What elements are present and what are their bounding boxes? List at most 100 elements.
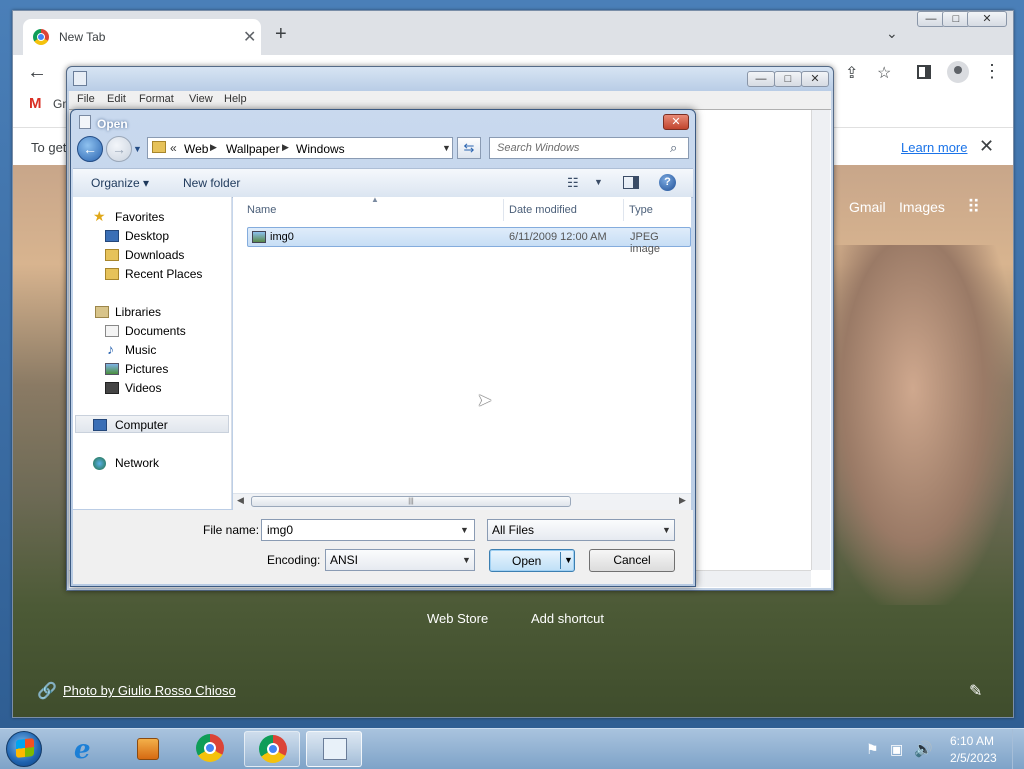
nav-network[interactable]: Network [115,456,159,470]
google-apps-icon[interactable]: ⠿ [967,197,980,218]
add-shortcut-button[interactable]: Add shortcut [531,611,604,626]
notepad-maximize-button[interactable]: □ [774,71,802,87]
view-dropdown-icon[interactable]: ▼ [594,177,603,187]
chrome-close-button[interactable]: ✕ [967,11,1007,27]
notepad-minimize-button[interactable]: — [747,71,775,87]
nav-favorites[interactable]: Favorites [115,210,164,224]
profile-avatar-icon[interactable] [947,61,969,83]
clock-time[interactable]: 6:10 AM [950,734,994,748]
web-store-shortcut[interactable]: Web Store [427,611,488,626]
nav-desktop[interactable]: Desktop [125,229,169,243]
organize-label: Organize [91,176,140,190]
taskbar-chrome-pinned[interactable] [182,731,238,767]
preview-pane-icon[interactable] [623,176,639,189]
menu-edit[interactable]: Edit [107,93,126,105]
file-list-horizontal-scrollbar[interactable]: ◀ ||| ▶ [233,493,691,510]
help-icon[interactable]: ? [659,174,676,191]
menu-file[interactable]: File [77,93,95,105]
new-folder-button[interactable]: New folder [183,176,240,190]
overflow-chevron-icon[interactable]: « [170,141,177,155]
breadcrumb-web[interactable]: Web [184,142,208,156]
cancel-button[interactable]: Cancel [589,549,675,572]
open-file-dialog: Open ✕ ← → ▼ « Web ▶ Wallpaper ▶ Windows… [70,109,696,587]
forward-button[interactable]: → [106,136,132,162]
address-bar[interactable]: « Web ▶ Wallpaper ▶ Windows ▼ [147,137,453,159]
photo-credit-link[interactable]: Photo by Giulio Rosso Chioso [63,683,236,698]
column-header-date-modified[interactable]: Date modified [509,204,577,216]
open-button-dropdown-icon[interactable]: ▼ [564,555,573,565]
start-button[interactable] [6,731,42,767]
new-tab-button[interactable]: + [275,23,287,46]
customize-pencil-icon[interactable]: ✎ [969,681,982,701]
file-type-filter-select[interactable]: All Files ▼ [487,519,675,541]
address-dropdown-icon[interactable]: ▼ [442,143,451,153]
encoding-select[interactable]: ANSI ▼ [325,549,475,571]
file-list[interactable]: ▲ Name Date modified Type img0 6/11/2009… [233,195,691,493]
tab-search-chevron-icon[interactable]: ⌄ [886,25,898,42]
learn-more-link[interactable]: Learn more [901,140,967,155]
nav-documents[interactable]: Documents [125,324,186,338]
search-input[interactable]: Search Windows ⌕ [489,137,689,159]
nav-downloads[interactable]: Downloads [125,248,184,262]
taskbar-internet-explorer[interactable]: e [60,731,116,767]
clock-date[interactable]: 2/5/2023 [950,751,997,765]
encoding-dropdown-icon[interactable]: ▼ [462,555,471,565]
column-header-name[interactable]: Name [247,204,276,216]
infobar-close-icon[interactable]: ✕ [979,136,994,157]
chrome-minimize-button[interactable]: — [917,11,945,27]
taskbar-media-player[interactable] [121,731,177,767]
scroll-left-arrow-icon[interactable]: ◀ [237,495,244,506]
menu-view[interactable]: View [189,93,213,105]
nav-computer[interactable]: Computer [115,418,168,432]
side-panel-icon[interactable] [917,65,931,79]
scrollbar-thumb[interactable]: ||| [251,496,571,507]
column-divider[interactable] [503,199,504,221]
taskbar-notepad-active[interactable] [306,731,362,767]
open-button[interactable]: Open ▼ [489,549,575,572]
nav-libraries[interactable]: Libraries [115,305,161,319]
column-divider[interactable] [623,199,624,221]
organize-button[interactable]: Organize ▾ [91,176,149,190]
scroll-right-arrow-icon[interactable]: ▶ [679,495,686,506]
gmail-bookmark-icon[interactable]: M [29,95,42,112]
tab-new-tab[interactable]: New Tab ✕ [23,19,261,55]
nav-recent-places[interactable]: Recent Places [125,267,202,281]
show-desktop-button[interactable] [1012,729,1024,769]
chrome-menu-icon[interactable]: ⋮ [983,61,1001,82]
notepad-vertical-scrollbar[interactable] [811,110,830,570]
column-header-type[interactable]: Type [629,204,653,216]
breadcrumb-separator-icon[interactable]: ▶ [282,142,289,153]
images-link[interactable]: Images [899,199,945,215]
computer-icon [93,419,107,431]
notepad-close-button[interactable]: ✕ [801,71,829,87]
gmail-link[interactable]: Gmail [849,199,886,215]
taskbar-chrome-running[interactable] [244,731,300,767]
back-arrow-icon[interactable]: ← [27,61,47,84]
bookmark-star-icon[interactable]: ☆ [877,63,891,83]
menu-help[interactable]: Help [224,93,247,105]
share-icon[interactable]: ⇪ [845,63,858,83]
recent-locations-dropdown-icon[interactable]: ▼ [133,144,142,154]
nav-music[interactable]: Music [125,343,156,357]
file-row-img0[interactable]: img0 6/11/2009 12:00 AM JPEG image [247,227,691,255]
breadcrumb-separator-icon[interactable]: ▶ [210,142,217,153]
notepad-title-bar[interactable]: — □ ✕ [67,67,833,91]
chrome-maximize-button[interactable]: □ [942,11,970,27]
menu-format[interactable]: Format [139,93,174,105]
action-center-flag-icon[interactable]: ⚑ [866,741,879,758]
back-button[interactable]: ← [77,136,103,162]
dialog-close-button[interactable]: ✕ [663,114,689,130]
file-name-input[interactable]: img0 ▼ [261,519,475,541]
filter-dropdown-icon[interactable]: ▼ [662,525,671,535]
nav-videos[interactable]: Videos [125,381,161,395]
change-view-icon[interactable]: ☷ [567,175,579,191]
refresh-button[interactable]: ⇆ [457,137,481,159]
tab-close-icon[interactable]: ✕ [243,27,256,47]
search-icon[interactable]: ⌕ [670,140,677,156]
nav-pictures[interactable]: Pictures [125,362,168,376]
file-name-dropdown-icon[interactable]: ▼ [460,525,469,535]
breadcrumb-wallpaper[interactable]: Wallpaper [226,142,280,156]
volume-speaker-icon[interactable]: 🔊 [914,740,933,758]
network-tray-icon[interactable]: ▣ [890,741,903,758]
breadcrumb-windows[interactable]: Windows [296,142,345,156]
